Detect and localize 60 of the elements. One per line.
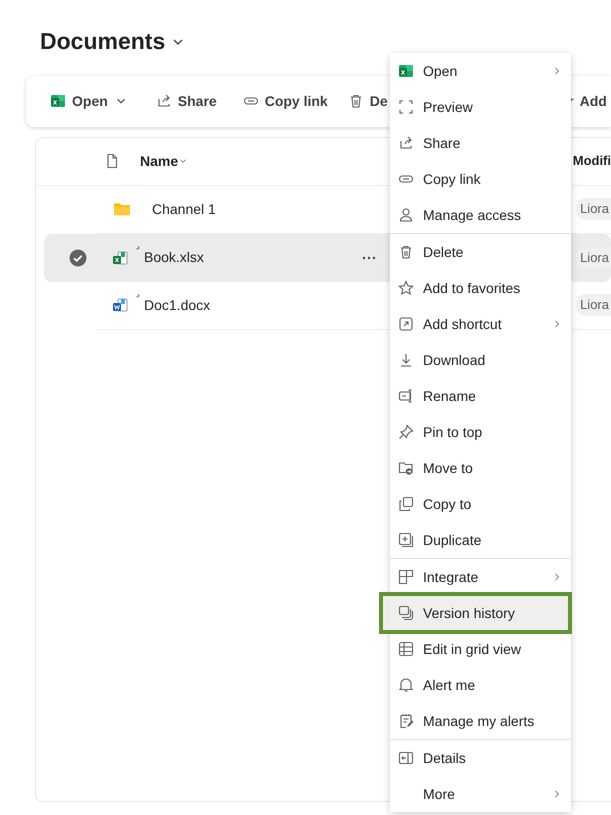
file-name[interactable]: Channel 1 [152,198,216,220]
menu-item[interactable]: Copy link [390,161,571,197]
shortcut-icon [398,316,414,332]
version-history-icon [398,605,414,621]
menu-item[interactable]: Duplicate [390,522,571,558]
menu-item[interactable]: Add shortcut [390,306,571,342]
menu-item[interactable]: Version history [382,595,569,631]
pin-icon [398,424,414,440]
details-panel-icon [398,750,414,766]
check-circle-icon[interactable] [69,248,87,267]
menu-item[interactable]: Download [390,342,571,378]
menu-item[interactable]: Details [390,740,571,776]
share-icon [156,93,172,110]
bell-icon [398,677,414,693]
menu-item[interactable]: Copy to [390,486,571,522]
column-header[interactable]: Modifi [572,151,611,171]
menu-item[interactable]: Edit in grid view [390,631,571,667]
spreadsheet-app-icon [50,93,66,110]
share-icon [398,135,414,151]
folder-move-icon [398,460,414,476]
more-icon[interactable] [362,256,376,260]
excel-file-icon [112,250,128,266]
integrate-icon [398,569,414,585]
menu-item[interactable]: Delete [390,234,571,270]
copy-icon [398,496,414,512]
rename-icon [398,388,414,404]
toolbar-share-button[interactable]: Share [156,90,217,112]
alerts-list-icon [398,713,414,729]
menu-item[interactable]: Share [390,125,571,161]
menu-item[interactable]: Manage my alerts [390,703,571,739]
duplicate-icon [398,532,414,548]
user-chip[interactable]: Liora [576,198,611,220]
file-name[interactable]: Book.xlsx [144,247,204,268]
menu-item[interactable]: Rename [390,378,571,414]
file-name[interactable]: Doc1.docx [144,294,210,316]
word-file-icon [112,297,128,314]
library-title: Documents [40,28,166,56]
menu-item[interactable]: Add to favorites [390,270,571,306]
column-header[interactable]: Name [140,150,178,172]
user-chip[interactable]: Liora [576,246,611,268]
menu-item[interactable]: Preview [390,89,571,125]
menu-item[interactable]: Alert me [390,667,571,703]
person-icon [398,207,414,223]
menu-item[interactable]: More [390,776,571,812]
toolbar-delete-button[interactable]: De [348,90,388,112]
menu-item[interactable]: Manage access [390,197,571,233]
grid-icon [398,641,414,657]
spreadsheet-app-icon [398,63,414,79]
menu-item[interactable]: Integrate [390,559,571,595]
toolbar-copy-link-button[interactable]: Copy link [242,90,328,112]
menu-item[interactable]: Open [390,53,571,89]
menu-item[interactable]: Move to [390,450,571,486]
preview-icon [398,99,414,115]
menu-item[interactable]: Pin to top [390,414,571,450]
download-icon [398,352,414,368]
user-chip[interactable]: Liora [576,294,611,316]
star-icon [398,280,414,296]
chevron-down-icon[interactable] [173,38,184,45]
toolbar-open-button[interactable]: Open [50,90,128,112]
trash-icon [398,244,414,260]
